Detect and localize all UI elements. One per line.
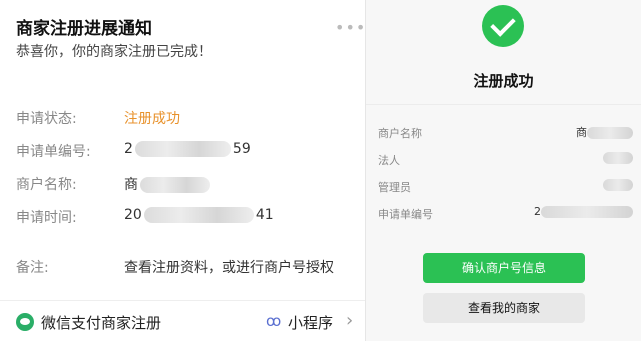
success-check-icon xyxy=(482,5,524,47)
application-number-value: 2 59 xyxy=(124,141,251,157)
redacted-blur xyxy=(140,177,210,193)
redacted-blur xyxy=(143,207,254,223)
result-legal-person-row: 法人 xyxy=(378,152,633,168)
notice-title: 商家注册进展通知 xyxy=(16,19,152,39)
mini-program-label: 小程序 xyxy=(288,314,334,332)
result-merchant-name-row: 商户名称 商 xyxy=(378,125,633,141)
chevron-right-icon: › xyxy=(346,310,354,331)
result-merchant-name-label: 商户名称 xyxy=(378,127,422,140)
remark-value: 查看注册资料，或进行商户号授权 xyxy=(124,260,334,276)
redacted-blur xyxy=(541,206,633,218)
status-label: 申请状态: xyxy=(16,111,77,127)
registration-result-panel: 注册成功 商户名称 商 法人 管理员 申请单编号 2 确认商户号信息 查看我的商… xyxy=(366,0,641,341)
redacted-blur xyxy=(134,141,231,157)
result-title: 注册成功 xyxy=(473,72,534,90)
result-application-number-value: 2 xyxy=(534,205,633,218)
mini-program-name: 微信支付商家注册 xyxy=(41,314,162,332)
remark-label: 备注: xyxy=(16,260,49,276)
redacted-blur xyxy=(603,152,633,164)
merchant-name-label: 商户名称: xyxy=(16,177,77,193)
result-merchant-name-prefix: 商 xyxy=(576,126,587,139)
application-time-prefix: 20 xyxy=(124,207,142,223)
wechat-pay-logo-icon xyxy=(16,313,34,331)
result-admin-row: 管理员 xyxy=(378,179,633,195)
notification-card: 商家注册进展通知 ••• 恭喜你，你的商家注册已完成！ 申请状态: 注册成功 申… xyxy=(0,0,366,341)
result-application-number-row: 申请单编号 2 xyxy=(378,205,633,222)
application-number-label: 申请单编号: xyxy=(16,144,91,160)
view-my-merchant-button[interactable]: 查看我的商家 xyxy=(423,293,585,323)
result-admin-value xyxy=(603,178,633,191)
divider xyxy=(366,104,641,105)
merchant-name-prefix: 商 xyxy=(124,177,138,193)
more-options-icon[interactable]: ••• xyxy=(335,18,366,37)
result-admin-label: 管理员 xyxy=(378,181,411,194)
mini-program-footer[interactable]: 微信支付商家注册 ꝏ 小程序 › xyxy=(0,300,366,342)
redacted-blur xyxy=(587,127,633,139)
application-time-label: 申请时间: xyxy=(16,210,77,226)
confirm-merchant-info-button[interactable]: 确认商户号信息 xyxy=(423,253,585,283)
application-number-suffix: 59 xyxy=(232,141,251,157)
result-application-number-label: 申请单编号 xyxy=(378,208,433,221)
application-time-value: 20 41 xyxy=(124,207,274,223)
result-merchant-name-value: 商 xyxy=(576,124,633,140)
redacted-blur xyxy=(603,179,633,191)
application-number-prefix: 2 xyxy=(124,141,133,157)
notice-subtitle: 恭喜你，你的商家注册已完成！ xyxy=(16,44,212,60)
mini-program-icon: ꝏ xyxy=(266,312,282,330)
merchant-name-value: 商 xyxy=(124,174,212,194)
result-legal-person-value xyxy=(603,151,633,164)
application-time-suffix: 41 xyxy=(255,207,274,223)
result-application-number-prefix: 2 xyxy=(534,205,541,218)
status-value: 注册成功 xyxy=(124,111,180,127)
result-legal-person-label: 法人 xyxy=(378,154,400,167)
